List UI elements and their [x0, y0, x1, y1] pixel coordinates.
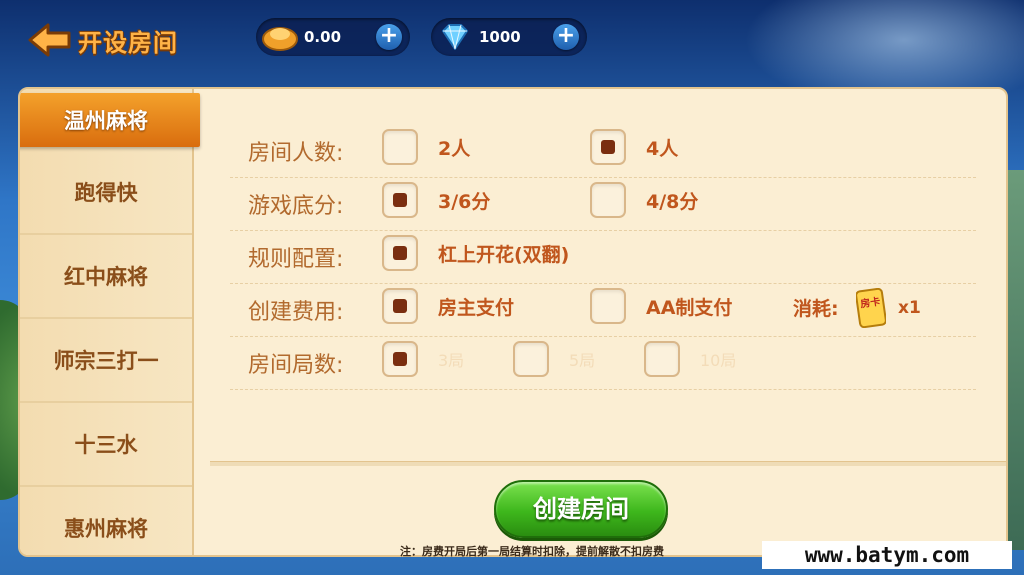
add-gold-button[interactable]: +	[376, 24, 402, 50]
add-diamond-button[interactable]: +	[553, 24, 579, 50]
option-label: 杠上开花(双翻)	[438, 243, 570, 266]
game-sidebar: 温州麻将 跑得快 红中麻将 师宗三打一 十三水 惠州麻将	[20, 89, 200, 555]
option-label: 3/6分	[438, 190, 491, 213]
option-4-players[interactable]: 4人	[590, 129, 678, 165]
base-score-row: 游戏底分: 3/6分 4/8分	[230, 178, 976, 231]
sidebar-item-wenzhou-mahjong[interactable]: 温州麻将	[20, 93, 200, 147]
option-label: 房主支付	[438, 296, 515, 319]
gold-ingot-icon	[262, 27, 298, 51]
sidebar-item-hongzhong-mahjong[interactable]: 红中麻将	[20, 235, 192, 319]
sidebar-item-shizong-sandayi[interactable]: 师宗三打一	[20, 319, 192, 403]
checkbox-3-6-score[interactable]	[382, 182, 418, 218]
checkbox-4-8-score[interactable]	[590, 182, 626, 218]
diamond-icon	[442, 24, 468, 50]
diamond-counter: 1000 +	[431, 18, 587, 56]
option-3-rounds[interactable]: 3局	[382, 341, 464, 377]
option-label: 5局	[569, 351, 596, 370]
option-5-rounds[interactable]: 5局	[513, 341, 595, 377]
players-row: 房间人数: 2人 4人	[230, 125, 976, 178]
cost-row: 创建费用: 房主支付 AA制支付 消耗: 房卡 x1	[230, 284, 976, 337]
fee-note: 注：房费开局后第一局结算时扣除，提前解散不扣房费	[400, 545, 664, 558]
rules-row: 规则配置: 杠上开花(双翻)	[230, 231, 976, 284]
page-title: 开设房间	[78, 28, 178, 57]
rounds-row: 房间局数: 3局 5局 10局	[230, 337, 976, 390]
sidebar-item-paodekuai[interactable]: 跑得快	[20, 151, 192, 235]
consume-label: 消耗:	[793, 298, 839, 320]
option-3-6-score[interactable]: 3/6分	[382, 182, 490, 218]
option-label: AA制支付	[646, 296, 733, 319]
checkbox-gang-kaihua[interactable]	[382, 235, 418, 271]
rounds-label: 房间局数:	[248, 353, 344, 378]
option-host-pays[interactable]: 房主支付	[382, 288, 514, 324]
option-10-rounds[interactable]: 10局	[644, 341, 736, 377]
option-gang-kaihua[interactable]: 杠上开花(双翻)	[382, 235, 569, 271]
option-4-8-score[interactable]: 4/8分	[590, 182, 698, 218]
option-aa-pays[interactable]: AA制支付	[590, 288, 732, 324]
watermark: www.batym.com	[762, 541, 1012, 569]
players-label: 房间人数:	[248, 141, 344, 166]
base-score-label: 游戏底分:	[248, 194, 344, 219]
checkbox-4-players[interactable]	[590, 129, 626, 165]
room-card-count: x1	[898, 298, 921, 318]
cost-label: 创建费用:	[248, 300, 344, 325]
checkbox-10-rounds[interactable]	[644, 341, 680, 377]
option-label: 4/8分	[646, 190, 699, 213]
option-label: 2人	[438, 137, 471, 160]
option-label: 3局	[438, 351, 465, 370]
sidebar-item-huizhou-mahjong[interactable]: 惠州麻将	[20, 487, 192, 555]
rules-label: 规则配置:	[248, 247, 344, 272]
back-arrow-icon	[28, 23, 71, 57]
option-label: 10局	[700, 351, 737, 370]
checkbox-aa-pays[interactable]	[590, 288, 626, 324]
checkbox-5-rounds[interactable]	[513, 341, 549, 377]
diamond-amount: 1000	[479, 28, 521, 46]
checkbox-host-pays[interactable]	[382, 288, 418, 324]
create-room-button[interactable]: 创建房间	[494, 480, 668, 538]
back-button[interactable]: 开设房间	[28, 22, 178, 58]
option-2-players[interactable]: 2人	[382, 129, 470, 165]
sidebar-item-shisanshui[interactable]: 十三水	[20, 403, 192, 487]
gold-amount: 0.00	[304, 28, 342, 46]
checkbox-3-rounds[interactable]	[382, 341, 418, 377]
room-card-icon: 房卡	[856, 288, 886, 328]
option-label: 4人	[646, 137, 679, 160]
gold-counter: 0.00 +	[256, 18, 410, 56]
checkbox-2-players[interactable]	[382, 129, 418, 165]
footer-divider	[210, 461, 1006, 466]
